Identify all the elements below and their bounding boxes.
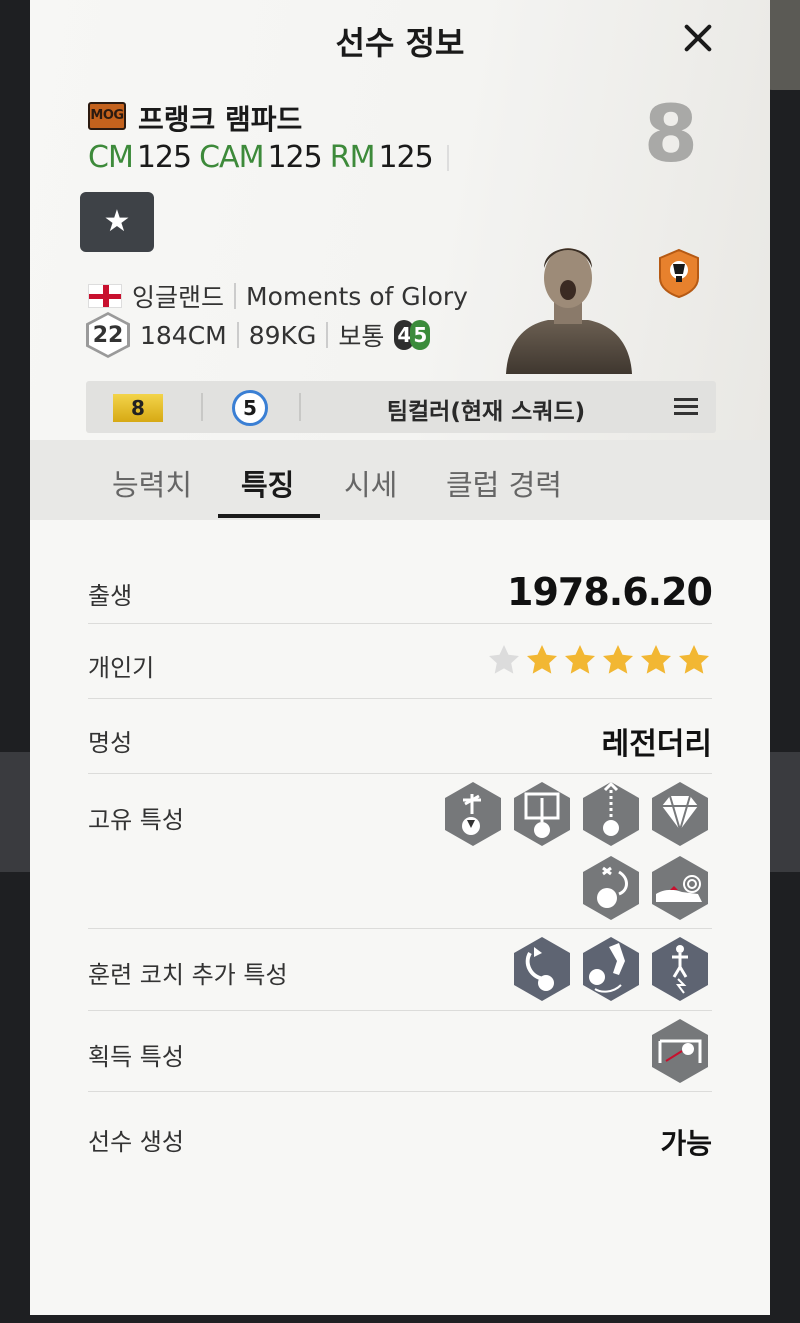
menu-icon[interactable] [674,398,698,416]
team-color-button[interactable]: 팀컬러(현재 스쿼드) [311,392,661,426]
creation-value: 가능 [660,1127,712,1160]
position-ratings: CM 125 CAM 125 RM 125 [88,140,449,175]
detail-row-unique-traits: 고유 특성 [88,774,712,929]
unique-traits [432,780,712,928]
position-value: 125 [136,140,192,175]
tab-price[interactable]: 시세 [344,462,397,504]
detail-row-popularity: 개인기 [88,624,712,699]
position-value: 125 [378,140,433,175]
curve-shot-trait-icon[interactable] [510,935,574,1003]
row-label: 명성 [88,729,133,757]
volley-trait-icon[interactable] [579,935,643,1003]
physical-stats-row: 22 184CM 89KG 보통 4 5 [86,312,431,358]
speed-dribble-trait-icon[interactable] [648,854,712,922]
acquired-traits [632,1017,712,1091]
detail-list: 출생 1978.6.20 개인기 명성 레전더리 고유 특성 훈련 코치 추가 … [88,548,713,1172]
divider [236,322,239,348]
star-filled-icon [641,645,671,674]
divider [299,393,301,421]
season-name: Moments of Glory [246,281,468,311]
star-icon: ★ [103,204,131,239]
divider [326,322,329,348]
level-badge: 5 [232,390,268,426]
diamond-trait-icon[interactable] [648,780,712,848]
player-number: 8 [643,90,698,180]
skill-moves-value: 5 [410,320,431,350]
long-shot-trait-icon[interactable] [441,780,505,848]
age-badge: 22 [86,312,130,358]
row-label: 개인기 [88,654,155,682]
star-filled-icon [603,645,633,674]
reputation-value: 레전더리 [601,727,712,762]
favorite-button[interactable]: ★ [80,192,154,252]
row-label: 훈련 코치 추가 특성 [88,961,288,989]
position-value: 125 [267,140,322,175]
goal-shot-trait-icon[interactable] [648,1017,712,1085]
detail-row-reputation: 명성 레전더리 [88,699,712,774]
grade-badge: 8 [113,394,163,422]
age-value: 22 [89,315,127,355]
sprint-trait-icon[interactable] [648,935,712,1003]
tab-stats[interactable]: 능력치 [112,462,192,504]
star-empty-icon [489,645,519,674]
modal-title: 선수 정보 [335,24,465,62]
divider [234,283,237,309]
club-crest-icon [659,248,699,298]
weight-value: 89KG [248,320,317,350]
row-label: 고유 특성 [88,806,184,834]
birth-date: 1978.6.20 [507,570,713,614]
detail-row-creation: 선수 생성 가능 [88,1092,712,1172]
star-filled-icon [565,645,595,674]
row-label: 획득 특성 [88,1043,184,1071]
active-tab-indicator [218,514,320,518]
nation-name: 잉글랜드 [132,283,225,312]
close-icon[interactable] [678,18,718,58]
player-name: 프랭크 램파드 [138,103,303,136]
player-info-modal: 선수 정보 MOG 프랭크 램파드 8 CM 125 CAM 125 RM 12… [30,0,770,1315]
coach-traits [492,935,712,1009]
position-label: RM [329,140,376,175]
divider [446,144,449,171]
position-label: CM [88,140,134,175]
star-filled-icon [679,645,709,674]
height-value: 184CM [140,320,227,350]
tab-club-history[interactable]: 클럽 경력 [446,462,562,504]
popularity-stars [484,642,712,678]
detail-row-birth: 출생 1978.6.20 [88,548,713,624]
row-label: 출생 [88,582,133,610]
info-bar: 8 5 팀컬러(현재 스쿼드) [86,381,716,433]
tab-bar: 능력치 특징 시세 클럽 경력 [30,440,770,520]
weak-foot-skill-badge: 4 5 [394,320,431,350]
detail-row-coach-traits: 훈련 코치 추가 특성 [88,929,712,1011]
finesse-shot-trait-icon[interactable] [579,780,643,848]
star-filled-icon [527,645,557,674]
nation-row: 잉글랜드 Moments of Glory [88,278,468,314]
tab-traits[interactable]: 특징 [241,462,294,504]
outside-foot-trait-icon[interactable] [579,854,643,922]
position-label: CAM [199,140,264,175]
detail-row-acquired-traits: 획득 특성 [88,1011,712,1092]
england-flag-icon [88,284,122,308]
player-portrait [506,248,632,374]
row-label: 선수 생성 [88,1128,184,1156]
body-type-value: 보통 [338,322,385,351]
power-header-trait-icon[interactable] [510,780,574,848]
divider [201,393,203,421]
season-badge: MOG [88,102,126,130]
